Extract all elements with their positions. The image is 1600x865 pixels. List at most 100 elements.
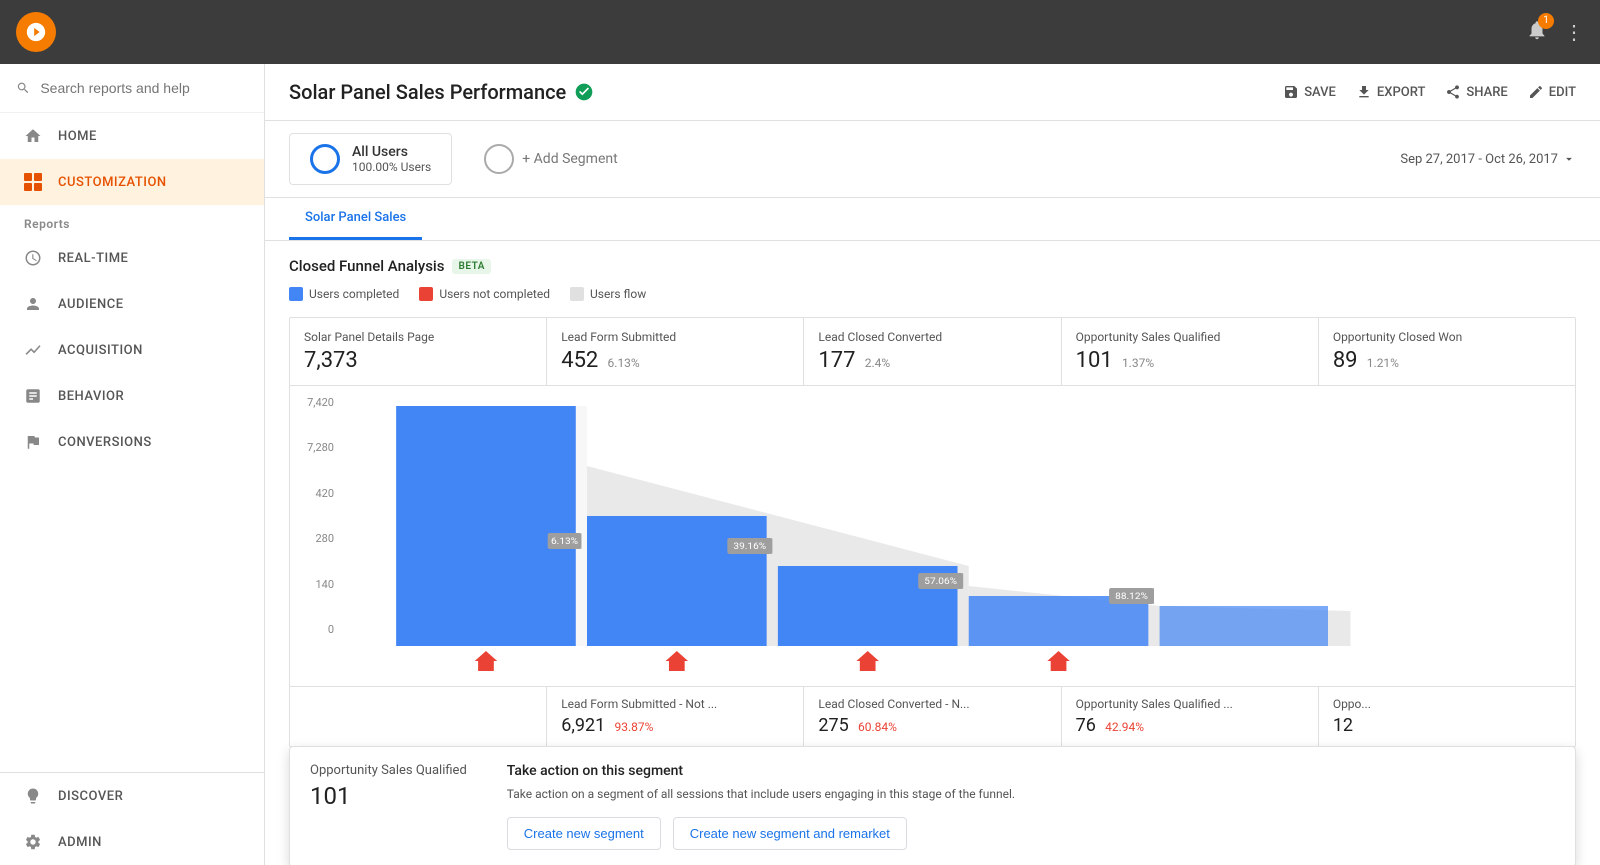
- segment-name: All Users: [352, 144, 431, 160]
- app-logo[interactable]: [16, 12, 56, 52]
- dropoff-col-1: [290, 687, 547, 746]
- dropoff-col-2: Lead Form Submitted - Not ... 6,921 93.8…: [547, 687, 804, 746]
- legend-box-gray: [570, 287, 584, 301]
- step2-pct: 6.13%: [608, 356, 640, 370]
- edit-button[interactable]: EDIT: [1528, 84, 1576, 100]
- funnel-svg-chart: 6.13% 39.16% 57.06% 88.12%: [340, 386, 1575, 686]
- save-button[interactable]: SAVE: [1283, 84, 1336, 100]
- acquisition-icon: [24, 341, 42, 359]
- svg-text:6.13%: 6.13%: [551, 536, 578, 546]
- sidebar-item-discover[interactable]: DISCOVER: [0, 773, 264, 819]
- segment-info: All Users 100.00% Users: [352, 144, 431, 174]
- funnel-col-5: Opportunity Closed Won 89 1.21%: [1319, 318, 1575, 385]
- step2-count: 452: [561, 348, 598, 373]
- sidebar-discover-label: DISCOVER: [58, 789, 123, 804]
- content-header: Solar Panel Sales Performance SAVE EXPOR…: [265, 64, 1600, 121]
- sidebar-item-realtime[interactable]: REAL-TIME: [0, 235, 264, 281]
- dropoff3-count: 275: [818, 715, 848, 736]
- tooltip-buttons: Create new segment Create new segment an…: [507, 817, 1555, 850]
- svg-text:57.06%: 57.06%: [924, 576, 957, 586]
- edit-icon: [1528, 84, 1544, 100]
- dropoff4-count: 76: [1076, 715, 1096, 736]
- dropoff-col-3: Lead Closed Converted - N... 275 60.84%: [804, 687, 1061, 746]
- share-button[interactable]: SHARE: [1445, 84, 1507, 100]
- flag-icon: [24, 433, 42, 451]
- dropoff4-pct: 42.94%: [1105, 720, 1144, 734]
- save-label: SAVE: [1304, 85, 1336, 100]
- sidebar-item-customization[interactable]: CUSTOMIZATION: [0, 159, 264, 205]
- sidebar-bottom: DISCOVER ADMIN: [0, 772, 264, 865]
- tooltip-title: Opportunity Sales Qualified: [310, 763, 467, 778]
- legend-box-red: [419, 287, 433, 301]
- tooltip-count: 101: [310, 782, 467, 810]
- sidebar-audience-label: AUDIENCE: [58, 297, 124, 312]
- legend-users-completed: Users completed: [289, 287, 399, 301]
- dropoff2-count-row: 6,921 93.87%: [561, 715, 789, 736]
- sidebar-realtime-label: REAL-TIME: [58, 251, 128, 266]
- home-icon: [24, 127, 42, 145]
- sidebar-item-acquisition[interactable]: ACQUISITION: [0, 327, 264, 373]
- more-menu-button[interactable]: ⋮: [1564, 20, 1584, 44]
- add-segment-circle: [484, 144, 514, 174]
- main-layout: HOME CUSTOMIZATION Reports REAL-TIME AUD…: [0, 64, 1600, 865]
- dropoff2-pct: 93.87%: [614, 720, 653, 734]
- header-actions: SAVE EXPORT SHARE EDIT: [1283, 84, 1576, 100]
- sidebar-item-home[interactable]: HOME: [0, 113, 264, 159]
- notification-button[interactable]: 1: [1526, 19, 1548, 46]
- search-icon: [16, 80, 30, 96]
- export-label: EXPORT: [1377, 85, 1425, 100]
- segment-tooltip: Opportunity Sales Qualified 101 Take act…: [289, 746, 1576, 865]
- tooltip-action-title: Take action on this segment: [507, 763, 1555, 779]
- sidebar-item-behavior[interactable]: BEHAVIOR: [0, 373, 264, 419]
- export-button[interactable]: EXPORT: [1356, 84, 1425, 100]
- create-segment-button[interactable]: Create new segment: [507, 817, 661, 850]
- sidebar-behavior-label: BEHAVIOR: [58, 389, 124, 404]
- step1-title: Solar Panel Details Page: [304, 330, 532, 344]
- segment-all-users[interactable]: All Users 100.00% Users: [289, 133, 452, 185]
- legend-label-not-completed: Users not completed: [439, 287, 550, 301]
- reports-section-label: Reports: [0, 205, 264, 235]
- segment-bar: All Users 100.00% Users + Add Segment Se…: [265, 121, 1600, 198]
- add-segment-button[interactable]: + Add Segment: [464, 134, 637, 184]
- sidebar-item-conversions[interactable]: CONVERSIONS: [0, 419, 264, 465]
- tab-solar-panel-sales[interactable]: Solar Panel Sales: [289, 198, 422, 240]
- sidebar-item-audience[interactable]: AUDIENCE: [0, 281, 264, 327]
- date-range-picker[interactable]: Sep 27, 2017 - Oct 26, 2017: [1400, 152, 1576, 167]
- step3-title: Lead Closed Converted: [818, 330, 1046, 344]
- page-title: Solar Panel Sales Performance: [289, 80, 594, 104]
- funnel-step-headers: Solar Panel Details Page 7,373 Lead Form…: [290, 318, 1575, 386]
- dropoff5-count: 12: [1333, 715, 1353, 736]
- tooltip-inner: Opportunity Sales Qualified 101 Take act…: [310, 763, 1555, 850]
- svg-text:39.16%: 39.16%: [733, 541, 766, 551]
- step4-title: Opportunity Sales Qualified: [1076, 330, 1304, 344]
- sidebar-conversions-label: CONVERSIONS: [58, 435, 152, 450]
- dropoff3-pct: 60.84%: [858, 720, 897, 734]
- funnel-col-2: Lead Form Submitted 452 6.13%: [547, 318, 804, 385]
- save-icon: [1283, 84, 1299, 100]
- step5-count: 89: [1333, 348, 1358, 373]
- sidebar-acquisition-label: ACQUISITION: [58, 343, 143, 358]
- dropoff3-count-row: 275 60.84%: [818, 715, 1046, 736]
- step5-count-row: 89 1.21%: [1333, 348, 1561, 373]
- search-input[interactable]: [40, 80, 248, 96]
- behavior-icon: [24, 387, 42, 405]
- topbar: 1 ⋮: [0, 0, 1600, 64]
- create-segment-remarket-button[interactable]: Create new segment and remarket: [673, 817, 907, 850]
- dropoff4-title: Opportunity Sales Qualified ...: [1076, 697, 1304, 711]
- step3-pct: 2.4%: [865, 356, 890, 370]
- logo-icon: [25, 21, 47, 43]
- y-axis: 7,420 7,280 420 280 140 0: [290, 386, 340, 686]
- funnel-chart: Solar Panel Details Page 7,373 Lead Form…: [289, 317, 1576, 747]
- share-label: SHARE: [1466, 85, 1507, 100]
- verified-icon: [574, 82, 594, 102]
- step1-count: 7,373: [304, 348, 358, 373]
- step3-count: 177: [818, 348, 855, 373]
- topbar-right: 1 ⋮: [1526, 19, 1584, 46]
- share-icon: [1445, 84, 1461, 100]
- person-icon: [24, 295, 42, 313]
- dropoff4-count-row: 76 42.94%: [1076, 715, 1304, 736]
- legend-users-flow: Users flow: [570, 287, 646, 301]
- step3-count-row: 177 2.4%: [818, 348, 1046, 373]
- sidebar-item-admin[interactable]: ADMIN: [0, 819, 264, 865]
- sidebar: HOME CUSTOMIZATION Reports REAL-TIME AUD…: [0, 64, 265, 865]
